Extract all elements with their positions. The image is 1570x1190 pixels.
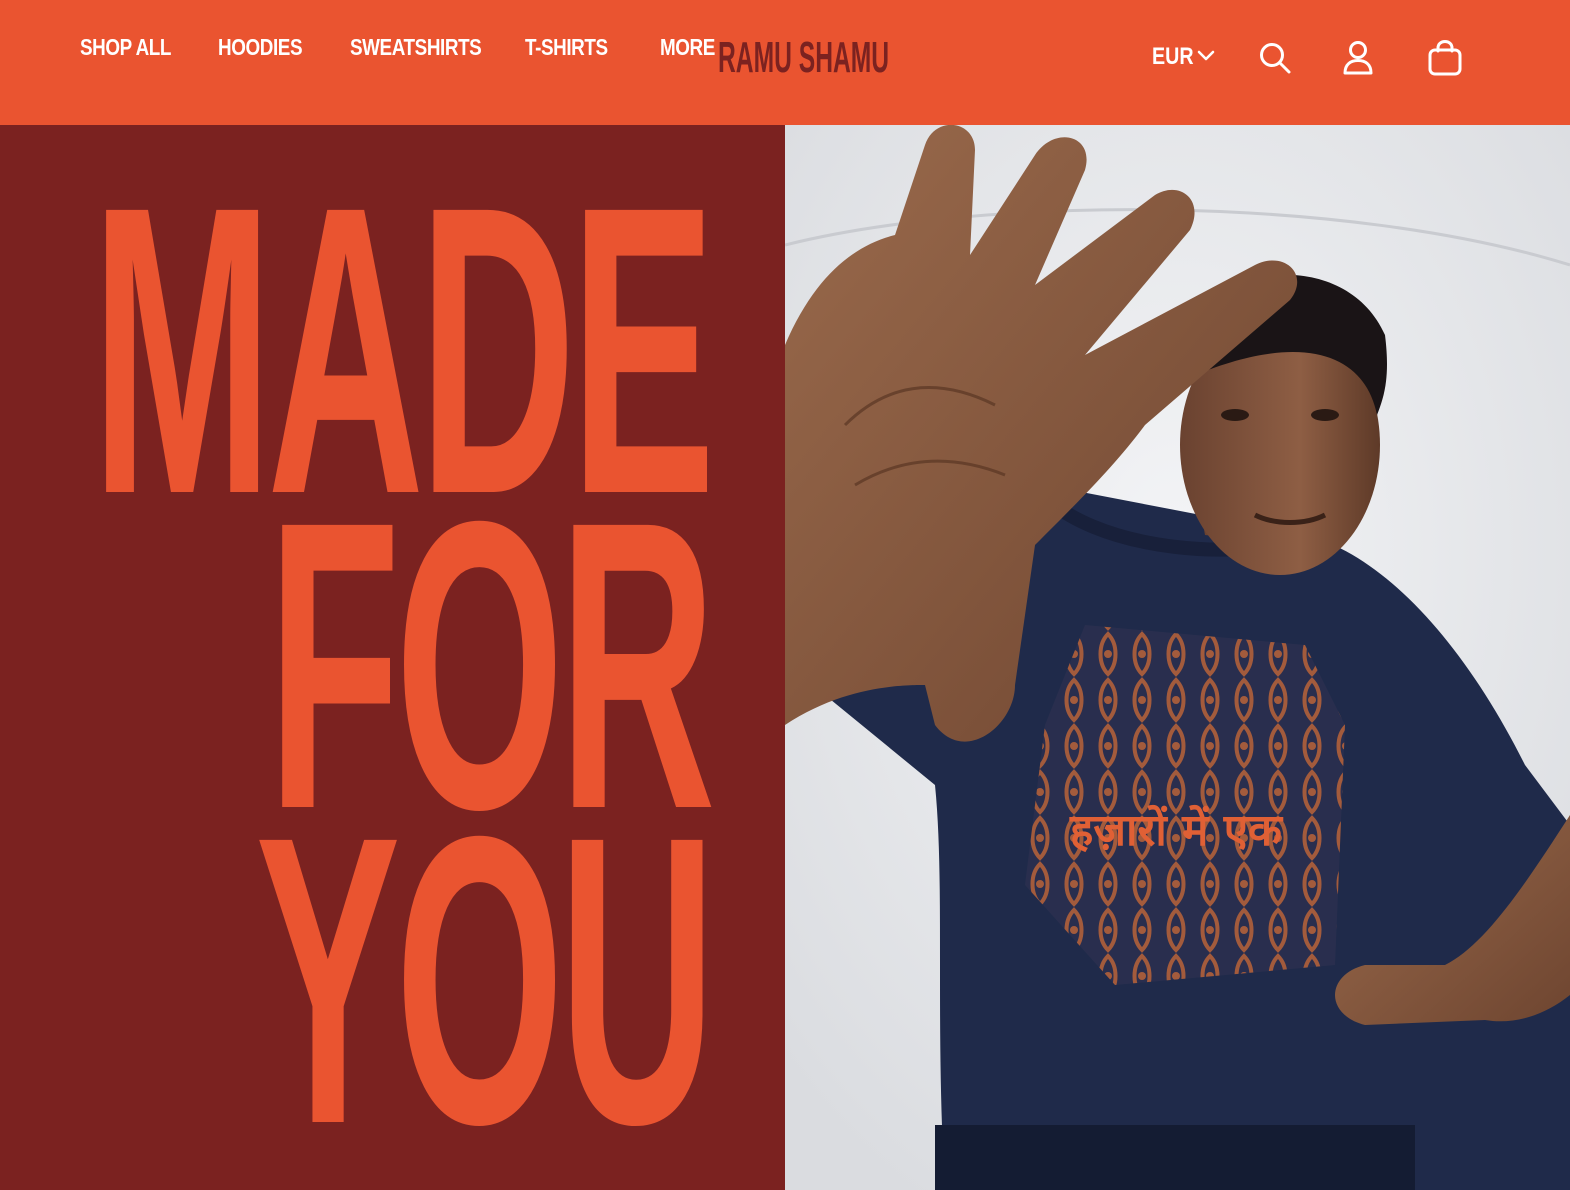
brand-logo[interactable]: RAMU SHAMU — [718, 34, 889, 82]
chevron-down-icon — [1196, 48, 1216, 67]
nav-sweatshirts[interactable]: SWEATSHIRTS — [350, 33, 482, 61]
shirt-print-text: हज़ारों में एक — [1069, 804, 1284, 856]
search-icon — [1258, 41, 1292, 75]
hero-text-panel: MADE FOR YOU — [0, 125, 785, 1190]
brand-logo-text: RAMU SHAMU — [718, 33, 890, 82]
nav-more[interactable]: MORE — [660, 33, 715, 61]
main-nav: SHOP ALL HOODIES SWEATSHIRTS T-SHIRTS MO… — [80, 33, 720, 61]
user-icon — [1342, 40, 1374, 76]
hero-section: MADE FOR YOU हज़ारों में एक — [0, 125, 1570, 1190]
currency-label: EUR — [1152, 43, 1194, 70]
nav-shop-all[interactable]: SHOP ALL — [80, 33, 171, 61]
currency-selector[interactable]: EUR — [1152, 42, 1216, 72]
cart-button[interactable] — [1425, 38, 1465, 78]
account-button[interactable] — [1338, 38, 1378, 78]
headline-line-3: YOU — [255, 751, 715, 1190]
hero-model-image: हज़ारों में एक — [785, 125, 1570, 1190]
nav-hoodies[interactable]: HOODIES — [218, 33, 303, 61]
nav-t-shirts[interactable]: T-SHIRTS — [525, 33, 608, 61]
search-button[interactable] — [1255, 38, 1295, 78]
shopping-bag-icon — [1427, 39, 1463, 77]
site-header: SHOP ALL HOODIES SWEATSHIRTS T-SHIRTS MO… — [0, 0, 1570, 125]
hero-headline: MADE FOR YOU — [0, 125, 785, 1190]
